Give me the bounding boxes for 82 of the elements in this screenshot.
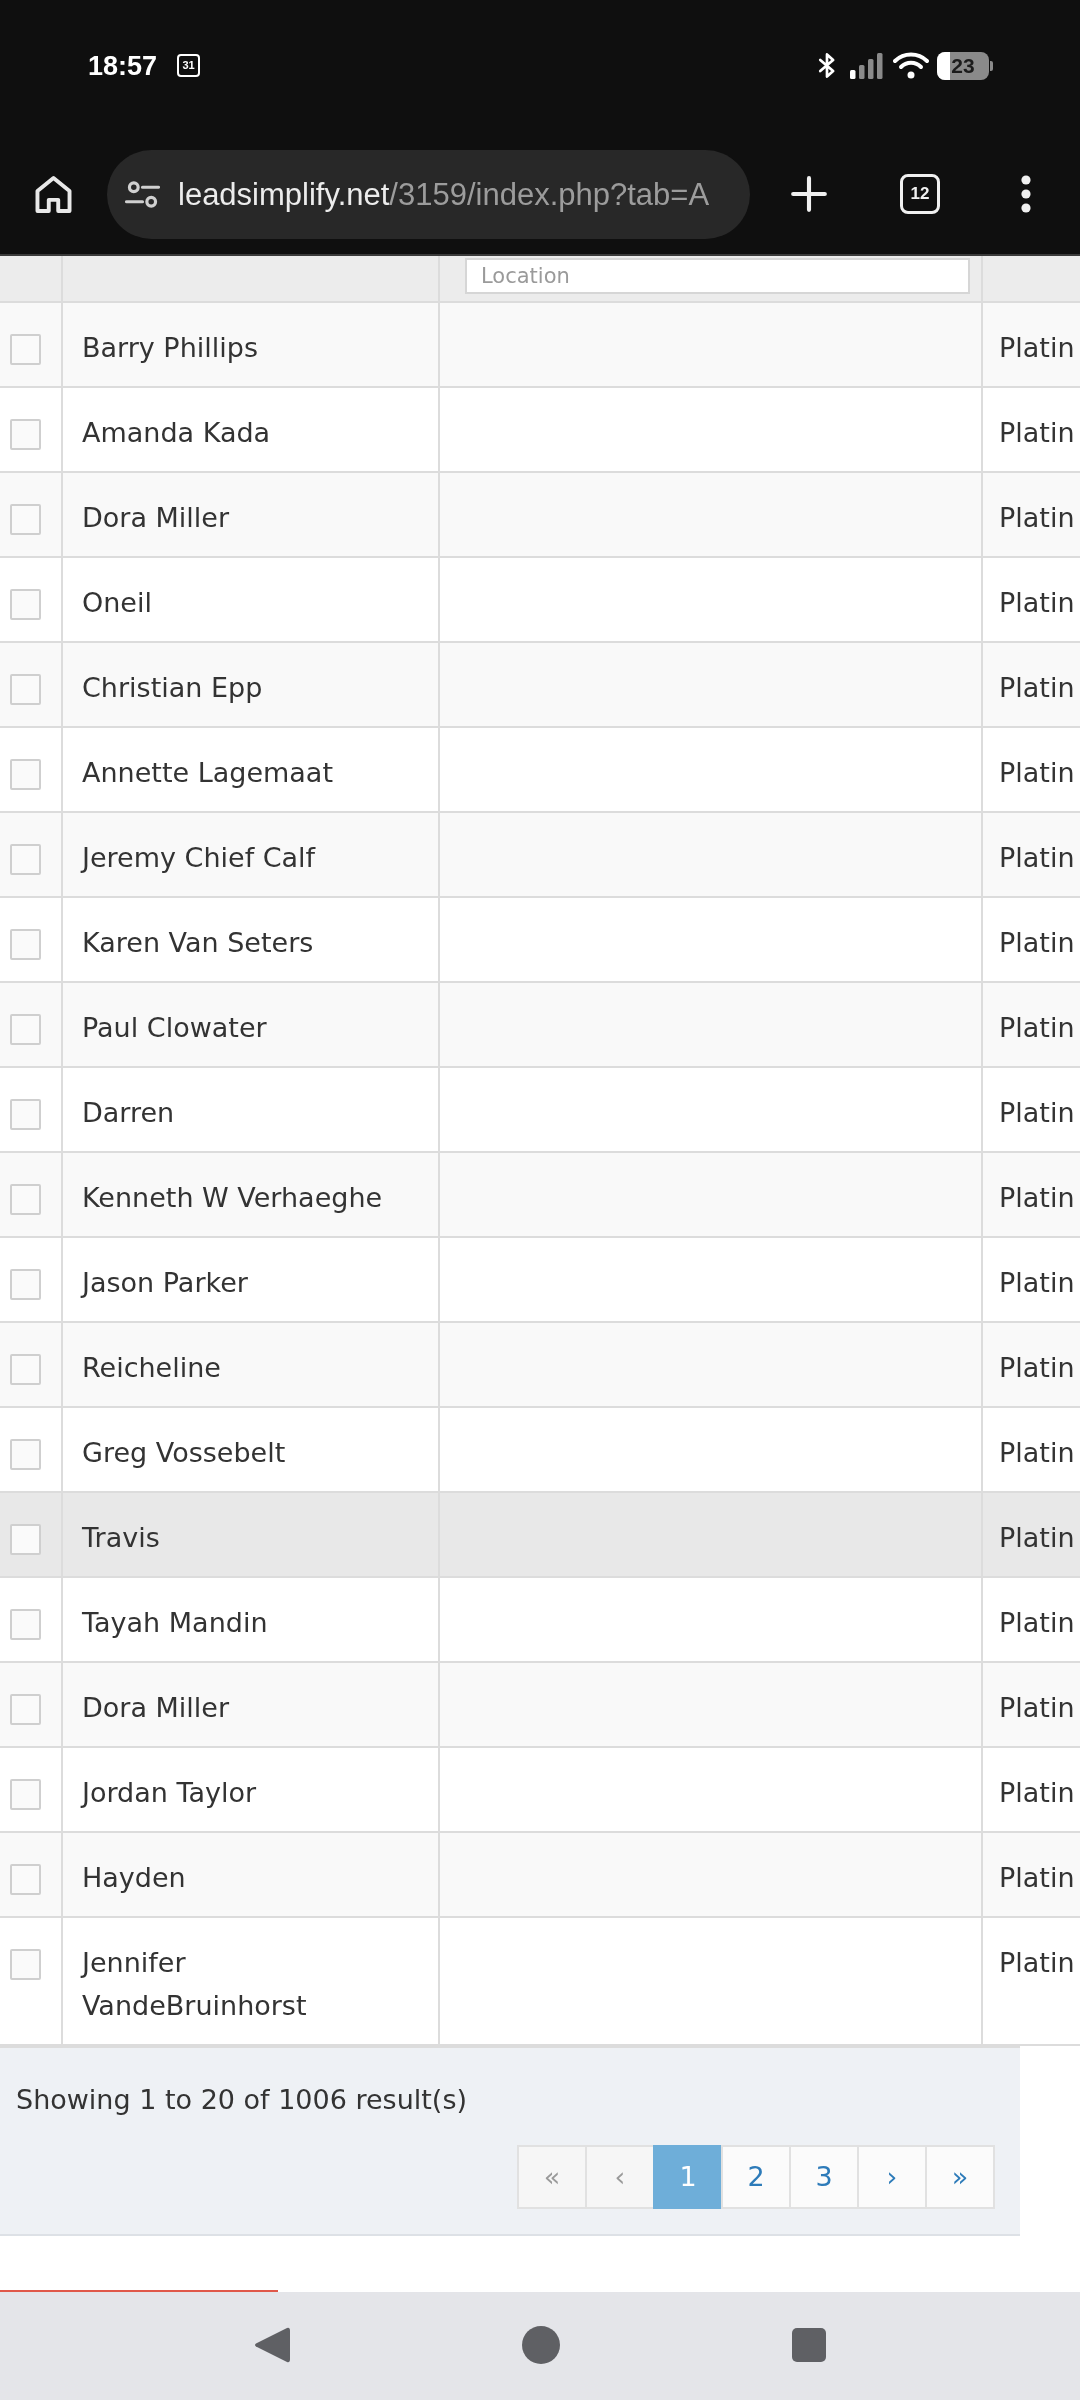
address-bar[interactable]: leadsimplify.net/3159/index.php?tab=A (107, 150, 750, 239)
row-checkbox[interactable] (10, 1694, 41, 1725)
url-text: leadsimplify.net/3159/index.php?tab=A (178, 176, 710, 213)
table-cell: Platin (999, 1097, 1075, 1128)
table-cell: Platin (999, 1947, 1075, 1978)
row-checkbox[interactable] (10, 334, 41, 365)
table-cell: Platin (999, 842, 1075, 873)
home-icon[interactable] (35, 176, 72, 213)
menu-icon[interactable] (1021, 175, 1031, 213)
table-cell: Dora Miller (82, 502, 230, 533)
row-checkbox[interactable] (10, 929, 41, 960)
home-circle-icon[interactable] (522, 2326, 560, 2364)
table-cell: Platin (999, 1862, 1075, 1893)
calendar-icon: 31 (177, 54, 201, 77)
table-cell: Oneil (82, 587, 152, 618)
table-cell: Karen Van Seters (82, 927, 314, 958)
row-checkbox[interactable] (10, 419, 41, 450)
table-cell: Reicheline (82, 1352, 221, 1383)
table-cell: Barry Phillips (82, 332, 258, 363)
table-cell: Travis (82, 1522, 160, 1553)
table-cell: Platin (999, 1012, 1075, 1043)
row-checkbox[interactable] (10, 1779, 41, 1810)
row-checkbox[interactable] (10, 1439, 41, 1470)
row-checkbox[interactable] (10, 1609, 41, 1640)
table-cell: Annette Lagemaat (82, 757, 333, 788)
table-cell: Platin (999, 1692, 1075, 1723)
table-cell: Darren (82, 1097, 175, 1128)
table-cell: Christian Epp (82, 672, 263, 703)
row-checkbox[interactable] (10, 1014, 41, 1045)
row-checkbox[interactable] (10, 759, 41, 790)
recents-icon[interactable] (792, 2328, 826, 2362)
row-checkbox[interactable] (10, 1949, 41, 1980)
table-cell: Greg Vossebelt (82, 1437, 286, 1468)
row-checkbox[interactable] (10, 1269, 41, 1300)
table-cell: Platin (999, 1522, 1075, 1553)
status-time: 18:57 (88, 49, 158, 82)
table-cell: Platin (999, 1607, 1075, 1638)
table-cell: Platin (999, 1267, 1075, 1298)
table-cell: Platin (999, 1352, 1075, 1383)
table-cell: Paul Clowater (82, 1012, 267, 1043)
table-cell: Platin (999, 1437, 1075, 1468)
row-checkbox[interactable] (10, 674, 41, 705)
page-button[interactable]: » (925, 2145, 995, 2209)
row-checkbox[interactable] (10, 504, 41, 535)
table-cell: Platin (999, 1182, 1075, 1213)
signal-icon (850, 52, 883, 79)
page-button[interactable]: 1 (653, 2145, 723, 2209)
row-checkbox[interactable] (10, 844, 41, 875)
table-cell: Dora Miller (82, 1692, 230, 1723)
table-cell: Jennifer VandeBruinhorst (82, 1947, 307, 2021)
row-checkbox[interactable] (10, 1524, 41, 1555)
table-cell: Platin (999, 757, 1075, 788)
back-icon[interactable] (254, 2326, 290, 2364)
results-summary: Showing 1 to 20 of 1006 result(s) (16, 2083, 468, 2117)
table-cell: Platin (999, 502, 1075, 533)
table-cell: Platin (999, 672, 1075, 703)
tab-count-button[interactable]: 12 (900, 174, 940, 214)
table-cell: Platin (999, 332, 1075, 363)
table-cell: Jason Parker (82, 1267, 248, 1298)
table-cell: Platin (999, 587, 1075, 618)
bluetooth-icon (818, 52, 836, 79)
table-cell: Tayah Mandin (82, 1607, 268, 1638)
table-cell: Jordan Taylor (82, 1777, 257, 1808)
row-checkbox[interactable] (10, 1354, 41, 1385)
page-button[interactable]: 2 (721, 2145, 791, 2209)
page-button[interactable]: › (857, 2145, 927, 2209)
page-button[interactable]: 3 (789, 2145, 859, 2209)
table-cell: Kenneth W Verhaeghe (82, 1182, 383, 1213)
new-tab-icon[interactable] (790, 175, 828, 213)
table-cell: Amanda Kada (82, 417, 271, 448)
table-cell: Platin (999, 417, 1075, 448)
table-cell: Jeremy Chief Calf (82, 842, 316, 873)
table-cell: Platin (999, 927, 1075, 958)
table-cell: Hayden (82, 1862, 186, 1893)
location-field[interactable]: Location (465, 258, 970, 294)
row-checkbox[interactable] (10, 589, 41, 620)
tune-icon[interactable] (125, 180, 160, 209)
row-checkbox[interactable] (10, 1184, 41, 1215)
wifi-icon (893, 52, 929, 79)
table-cell: Platin (999, 1777, 1075, 1808)
row-checkbox[interactable] (10, 1099, 41, 1130)
row-checkbox[interactable] (10, 1864, 41, 1895)
